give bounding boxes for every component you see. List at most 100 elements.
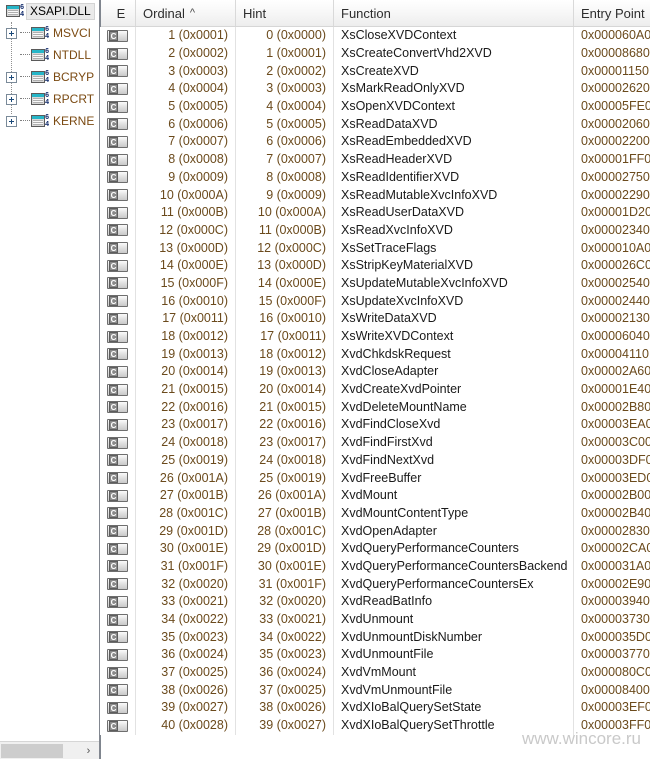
cell-entry-point: 0x00003FF0 [574,717,650,735]
table-row[interactable]: C 40 (0x0028) 39 (0x0027) XvdXIoBalQuerySet… [100,716,650,735]
table-row[interactable]: C 8 (0x0008) 7 (0x0007) XsReadHeaderXVD 0x00… [100,150,650,169]
cell-entry-point-text: 0x00006040 [581,329,650,344]
cell-hint-text: 13 (0x000D) [257,258,326,273]
cell-entry-point-text: 0x00003FF0 [581,718,650,733]
export-c-badge-icon: C [107,489,128,502]
cell-ordinal: 8 (0x0008) [136,150,236,169]
cell-ordinal-text: 13 (0x000D) [159,240,228,255]
table-row[interactable]: C 3 (0x0003) 2 (0x0002) XsCreateXVD 0x000011… [100,62,650,81]
cell-hint-text: 10 (0x000A) [257,205,326,220]
table-row[interactable]: C 34 (0x0022) 33 (0x0021) XvdUnmount 0x00003… [100,610,650,629]
module-tree[interactable]: 6 4 XSAPI.DLL 6 4 MSVCI 6 4 NTDLL 6 4 BCRYP 6 4 RPCRT 6… [0,0,99,741]
table-row[interactable]: C 6 (0x0006) 5 (0x0005) XsReadDataXVD 0x0000… [100,115,650,134]
table-row[interactable]: C 12 (0x000C) 11 (0x000B) XsReadXvcInfoXVD 0… [100,221,650,240]
cell-ordinal-text: 29 (0x001D) [159,523,228,538]
table-row[interactable]: C 18 (0x0012) 17 (0x0011) XsWriteXVDContext… [100,327,650,346]
cell-hint-text: 20 (0x0014) [259,382,326,397]
cell-export-type: C [100,345,136,364]
table-row[interactable]: C 38 (0x0026) 37 (0x0025) XvdVmUnmountFile 0… [100,681,650,700]
table-row[interactable]: C 26 (0x001A) 25 (0x0019) XvdFreeBuffer 0x00… [100,469,650,487]
table-row[interactable]: C 13 (0x000D) 12 (0x000C) XsSetTraceFlags 0x… [100,239,650,257]
cell-hint-text: 25 (0x0019) [259,470,326,485]
tree-item-ntdll[interactable]: 6 4 NTDLL [0,44,99,66]
export-c-badge-icon: C [107,578,128,591]
table-row[interactable]: C 1 (0x0001) 0 (0x0000) XsCloseXVDContext 0x… [100,27,650,45]
table-row[interactable]: C 20 (0x0014) 19 (0x0013) XvdCloseAdapter 0x… [100,363,650,381]
export-c-badge-icon: C [107,684,128,697]
table-row[interactable]: C 33 (0x0021) 32 (0x0020) XvdReadBatInfo 0x0… [100,593,650,611]
table-row[interactable]: C 32 (0x0020) 31 (0x001F) XvdQueryPerforman… [100,575,650,593]
table-row[interactable]: C 21 (0x0015) 20 (0x0014) XvdCreateXvdPoint… [100,380,650,399]
column-header-entry-point[interactable]: Entry Point [574,0,650,26]
table-row[interactable]: C 4 (0x0004) 3 (0x0003) XsMarkReadOnlyXVD 0x… [100,80,650,98]
table-row[interactable]: C 7 (0x0007) 6 (0x0006) XsReadEmbeddedXVD 0x… [100,133,650,151]
cell-function: XsCloseXVDContext [334,27,574,45]
list-header-row: E Ordinal ^ Hint Function Entry Point [100,0,650,27]
export-c-badge-icon: C [107,242,128,255]
cell-export-type: C [100,115,136,134]
table-row[interactable]: C 28 (0x001C) 27 (0x001B) XvdMountContentTy… [100,504,650,523]
cell-function: XsSetTraceFlags [334,239,574,257]
cell-hint-text: 7 (0x0007) [266,152,326,167]
tree-item-kerne[interactable]: 6 4 KERNE [0,110,99,132]
table-row[interactable]: C 36 (0x0024) 35 (0x0023) XvdUnmountFile 0x0… [100,646,650,664]
cell-hint-text: 18 (0x0012) [259,346,326,361]
cell-entry-point: 0x00002B80 [574,398,650,416]
table-row[interactable]: C 35 (0x0023) 34 (0x0022) XvdUnmountDiskNum… [100,628,650,647]
table-row[interactable]: C 10 (0x000A) 9 (0x0009) XsReadMutableXvcIn… [100,186,650,204]
export-c-badge-letter: C [109,48,118,59]
export-c-badge-letter: C [109,667,118,678]
table-row[interactable]: C 17 (0x0011) 16 (0x0010) XsWriteDataXVD 0x0… [100,310,650,328]
cell-function-text: XsOpenXVDContext [341,99,455,114]
expand-plus-icon[interactable] [6,27,17,39]
table-row[interactable]: C 29 (0x001D) 28 (0x001C) XvdOpenAdapter 0x0… [100,522,650,540]
table-row[interactable]: C 11 (0x000B) 10 (0x000A) XsReadUserDataXVD… [100,203,650,222]
table-row[interactable]: C 15 (0x000F) 14 (0x000E) XsUpdateMutableXv… [100,274,650,293]
cell-hint-text: 5 (0x0005) [266,116,326,131]
table-row[interactable]: C 25 (0x0019) 24 (0x0018) XvdFindNextXvd 0x0… [100,451,650,470]
export-c-badge-letter: C [109,260,118,271]
cell-export-type: C [100,168,136,187]
cell-export-type: C [100,186,136,204]
cell-function: XsReadDataXVD [334,115,574,134]
cell-function-text: XvdVmMount [341,665,417,680]
table-row[interactable]: C 2 (0x0002) 1 (0x0001) XsCreateConvertVhd2… [100,44,650,63]
cell-entry-point: 0x00003770 [574,646,650,664]
column-header-ordinal[interactable]: Ordinal ^ [136,0,236,26]
tree-item-bcryp[interactable]: 6 4 BCRYP [0,66,99,88]
column-header-function[interactable]: Function [334,0,574,26]
table-row[interactable]: C 37 (0x0025) 36 (0x0024) XvdVmMount 0x00008… [100,663,650,682]
scrollbar-thumb[interactable] [1,744,63,758]
cell-ordinal-text: 3 (0x0003) [168,63,228,78]
cell-function-text: XsStripKeyMaterialXVD [341,258,473,273]
tree-item-rpcrt[interactable]: 6 4 RPCRT [0,88,99,110]
expand-plus-icon[interactable] [6,93,17,105]
table-row[interactable]: C 24 (0x0018) 23 (0x0017) XvdFindFirstXvd 0x… [100,433,650,452]
table-row[interactable]: C 19 (0x0013) 18 (0x0012) XvdChkdskRequest 0… [100,345,650,364]
table-row[interactable]: C 16 (0x0010) 15 (0x000F) XsUpdateXvcInfoXV… [100,292,650,310]
table-row[interactable]: C 30 (0x001E) 29 (0x001D) XvdQueryPerforman… [100,539,650,558]
column-header-e[interactable]: E [100,0,136,26]
tree-horizontal-scrollbar[interactable]: › [0,741,99,759]
cell-ordinal-text: 19 (0x0013) [161,346,228,361]
tree-item-msvci[interactable]: 6 4 MSVCI [0,22,99,44]
cell-ordinal: 37 (0x0025) [136,663,236,682]
table-row[interactable]: C 14 (0x000E) 13 (0x000D) XsStripKeyMateria… [100,256,650,275]
tree-item-xsapi-dll[interactable]: 6 4 XSAPI.DLL [0,0,99,22]
table-row[interactable]: C 27 (0x001B) 26 (0x001A) XvdMount 0x00002B0… [100,486,650,505]
table-row[interactable]: C 22 (0x0016) 21 (0x0015) XvdDeleteMountNam… [100,398,650,417]
expand-plus-icon[interactable] [6,71,17,83]
column-header-hint[interactable]: Hint [236,0,334,26]
cell-ordinal: 39 (0x0027) [136,699,236,717]
table-row[interactable]: C 31 (0x001F) 30 (0x001E) XvdQueryPerforman… [100,557,650,576]
table-row[interactable]: C 23 (0x0017) 22 (0x0016) XvdFindCloseXvd 0x… [100,416,650,434]
cell-hint-text: 27 (0x001B) [257,505,326,520]
table-row[interactable]: C 9 (0x0009) 8 (0x0008) XsReadIdentifierXVD… [100,168,650,187]
export-c-badge-letter: C [109,702,118,713]
expand-plus-icon[interactable] [6,115,17,127]
cell-entry-point-text: 0x000026C0 [581,258,650,273]
table-row[interactable]: C 39 (0x0027) 38 (0x0026) XvdXIoBalQuerySet… [100,699,650,717]
cell-hint: 38 (0x0026) [236,699,334,717]
table-row[interactable]: C 5 (0x0005) 4 (0x0004) XsOpenXVDContext 0x0… [100,97,650,116]
scroll-right-arrow-icon[interactable]: › [80,742,97,759]
